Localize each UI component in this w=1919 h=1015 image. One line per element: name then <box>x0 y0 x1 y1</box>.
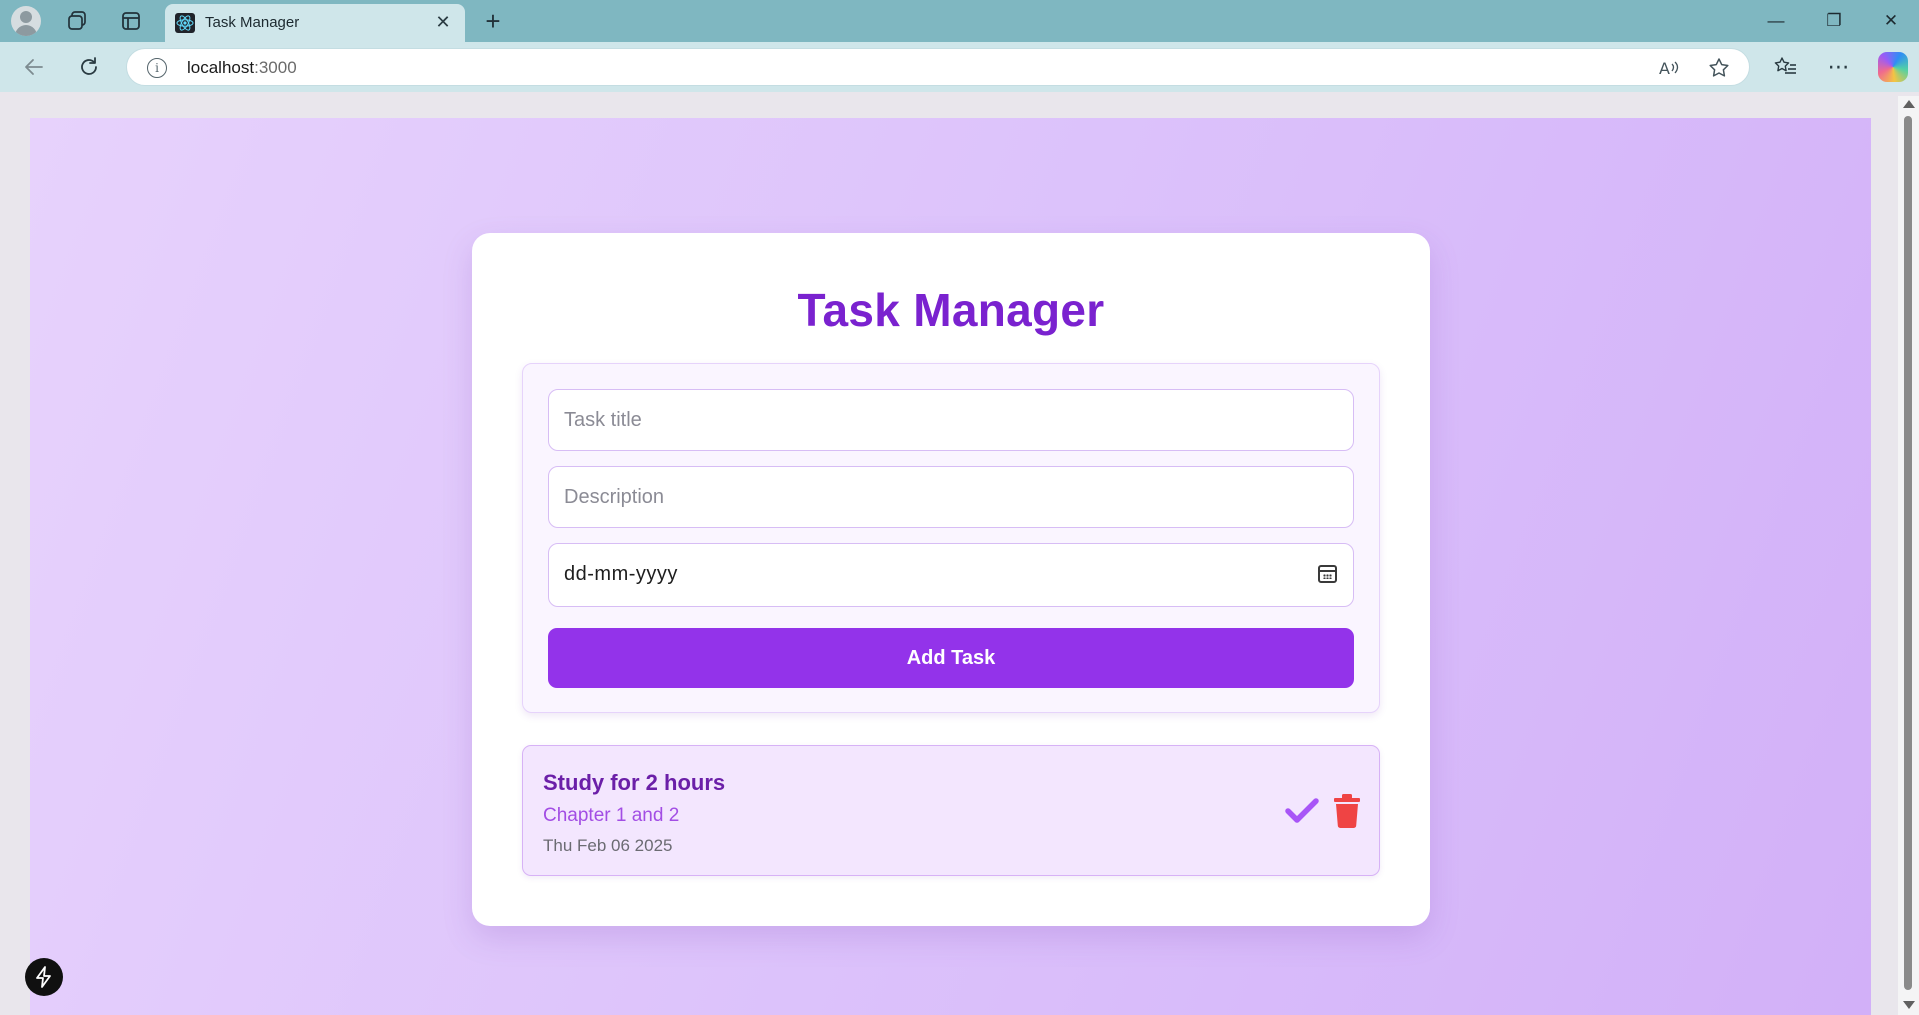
url-host: localhost <box>187 58 255 77</box>
profile-icon[interactable] <box>11 6 41 36</box>
dev-tools-lightning-icon[interactable] <box>25 958 63 996</box>
profile-head <box>20 11 32 23</box>
restore-button[interactable]: ❐ <box>1806 0 1862 42</box>
scroll-down-arrow-icon[interactable] <box>1903 1001 1915 1009</box>
browser-tab-bar: Task Manager ✕ + — ❐ ✕ <box>0 0 1919 42</box>
address-bar[interactable]: i localhost:3000 A <box>126 48 1750 86</box>
add-task-button[interactable]: Add Task <box>548 628 1354 688</box>
site-info-icon[interactable]: i <box>147 58 167 78</box>
scroll-thumb[interactable] <box>1904 116 1912 990</box>
url-text: localhost:3000 <box>187 58 297 78</box>
tab-actions-icon[interactable] <box>117 8 145 34</box>
task-title: Study for 2 hours <box>543 770 726 795</box>
scroll-up-arrow-icon[interactable] <box>1903 100 1915 108</box>
calendar-icon[interactable] <box>1318 565 1337 583</box>
more-icon[interactable]: ⋯ <box>1823 51 1855 83</box>
tab-close-button[interactable]: ✕ <box>431 10 455 34</box>
calendar-dots <box>1323 574 1332 579</box>
date-format-text: dd-mm-yyyy <box>564 563 678 585</box>
svg-text:A: A <box>1659 59 1670 78</box>
page-title: Task Manager <box>797 284 1105 336</box>
browser-tab[interactable]: Task Manager ✕ <box>165 4 465 42</box>
browser-toolbar: i localhost:3000 A ⋯ <box>0 42 1919 92</box>
task-title-placeholder: Task title <box>564 409 642 431</box>
due-date-input[interactable]: dd-mm-yyyy <box>548 543 1354 607</box>
profile-body <box>15 25 37 36</box>
react-favicon <box>175 13 195 33</box>
minimize-button[interactable]: — <box>1748 0 1804 42</box>
task-title-input[interactable]: Task title <box>548 389 1354 451</box>
complete-task-check-icon[interactable] <box>1285 796 1319 826</box>
refresh-icon[interactable] <box>73 51 105 83</box>
favorite-star-icon[interactable] <box>1707 56 1731 80</box>
close-window-button[interactable]: ✕ <box>1863 0 1919 42</box>
tab-title: Task Manager <box>205 14 300 31</box>
delete-task-trash-icon[interactable] <box>1333 794 1361 828</box>
task-description: Chapter 1 and 2 <box>543 805 680 826</box>
add-task-form: Task title Description dd-mm-yyyy Add Ta… <box>522 363 1380 713</box>
description-input[interactable]: Description <box>548 466 1354 528</box>
url-port: :3000 <box>254 58 297 77</box>
page-viewport: Task Manager Task title Description dd-m… <box>30 118 1871 1015</box>
task-date: Thu Feb 06 2025 <box>543 836 673 855</box>
page-scrollbar[interactable] <box>1898 96 1919 1015</box>
new-tab-button[interactable]: + <box>478 6 508 36</box>
favorites-icon[interactable] <box>1770 51 1802 83</box>
description-placeholder: Description <box>564 486 665 508</box>
workspaces-icon[interactable] <box>63 8 91 34</box>
copilot-icon[interactable] <box>1878 52 1908 82</box>
task-item: Study for 2 hours Chapter 1 and 2 Thu Fe… <box>522 745 1380 876</box>
task-manager-card: Task Manager Task title Description dd-m… <box>472 233 1430 926</box>
read-aloud-icon[interactable]: A <box>1657 56 1681 80</box>
back-icon[interactable] <box>18 51 50 83</box>
